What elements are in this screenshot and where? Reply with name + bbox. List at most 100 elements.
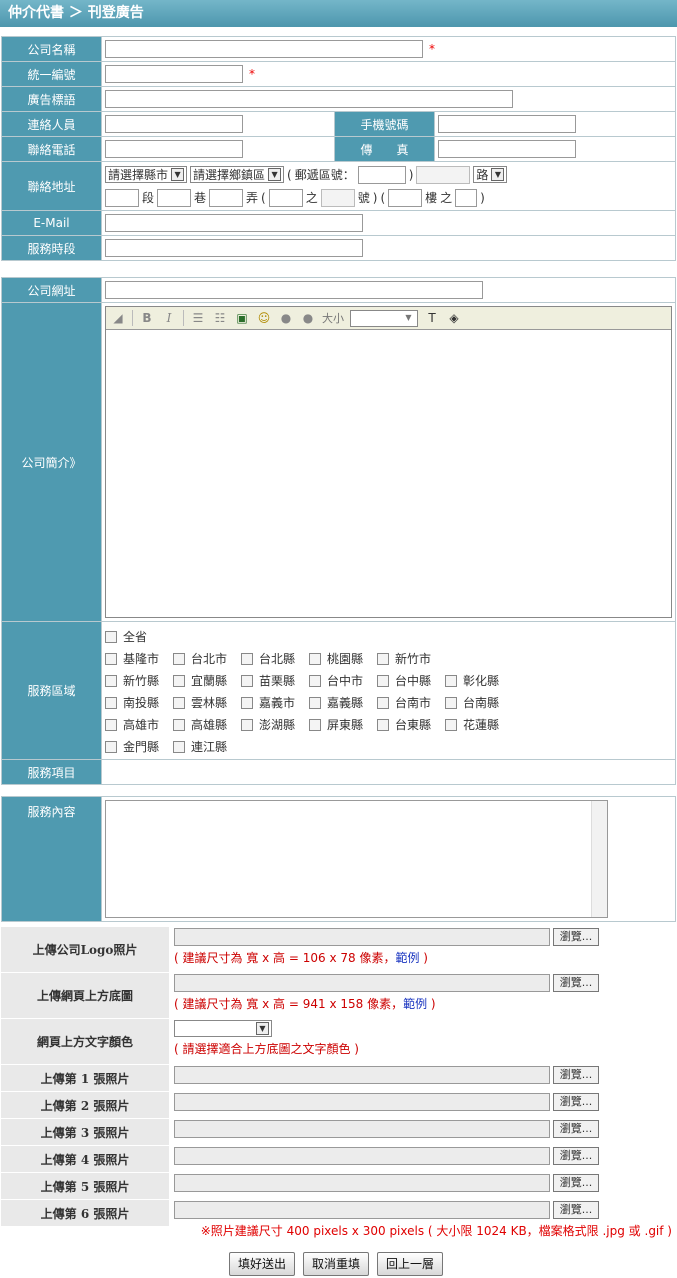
browse-button[interactable]: 瀏覽...	[553, 1093, 599, 1111]
checkbox[interactable]	[173, 718, 185, 731]
region-checkbox-item[interactable]: 屏東縣	[309, 716, 367, 733]
alley-input[interactable]	[209, 188, 244, 207]
fax-input[interactable]	[438, 140, 576, 158]
example-link[interactable]: 範例	[403, 997, 427, 1011]
unordered-list-icon[interactable]: ☷	[212, 310, 228, 326]
collapse-icon[interactable]: ◢	[110, 310, 126, 326]
number-input[interactable]	[268, 188, 303, 207]
region-checkbox-item[interactable]: 台中市	[309, 672, 367, 689]
browse-button[interactable]: 瀏覽...	[553, 974, 599, 992]
bold-icon[interactable]: B	[139, 310, 155, 326]
region-checkbox-item[interactable]: 金門縣	[105, 738, 163, 755]
region-checkbox-item[interactable]: 嘉義縣	[309, 694, 367, 711]
region-checkbox-item[interactable]: 台北縣	[241, 650, 299, 667]
region-checkbox-item[interactable]: 台南市	[377, 694, 435, 711]
section-input[interactable]	[105, 188, 139, 207]
checkbox[interactable]	[377, 696, 389, 709]
browse-button[interactable]: 瀏覽...	[553, 1147, 599, 1165]
region-checkbox-item[interactable]: 基隆市	[105, 650, 163, 667]
lane-input[interactable]	[157, 188, 192, 207]
number-sub-input[interactable]	[320, 188, 355, 207]
checkbox[interactable]	[309, 652, 321, 665]
checkbox[interactable]	[105, 718, 117, 731]
city-select[interactable]: 請選擇縣市 ▼	[105, 166, 188, 183]
service-hours-input[interactable]	[105, 239, 363, 257]
region-checkbox-item[interactable]: 全省	[105, 628, 163, 645]
font-size-select[interactable]: ▼	[350, 309, 418, 327]
text-color-icon[interactable]: T	[424, 310, 440, 326]
checkbox[interactable]	[377, 718, 389, 731]
website-input[interactable]	[105, 281, 483, 299]
road-input[interactable]	[416, 165, 471, 184]
checkbox[interactable]	[377, 652, 389, 665]
browse-button[interactable]: 瀏覽...	[553, 1120, 599, 1138]
region-checkbox-item[interactable]: 桃園縣	[309, 650, 367, 667]
checkbox[interactable]	[105, 740, 117, 753]
region-checkbox-item[interactable]: 台中縣	[377, 672, 435, 689]
scrollbar[interactable]	[591, 801, 607, 917]
checkbox[interactable]	[445, 718, 457, 731]
image-icon[interactable]: ▣	[234, 310, 250, 326]
checkbox[interactable]	[173, 652, 185, 665]
checkbox[interactable]	[241, 696, 253, 709]
photo6-file-input[interactable]	[174, 1201, 550, 1219]
checkbox[interactable]	[173, 740, 185, 753]
checkbox[interactable]	[241, 674, 253, 687]
region-checkbox-item[interactable]: 台北市	[173, 650, 231, 667]
example-link[interactable]: 範例	[395, 951, 419, 965]
smiley-icon[interactable]: ☺	[256, 310, 272, 326]
banner-file-input[interactable]	[174, 974, 550, 992]
photo5-file-input[interactable]	[174, 1174, 550, 1192]
italic-icon[interactable]: I	[161, 310, 177, 326]
unlink-icon[interactable]: ●	[300, 310, 316, 326]
submit-button[interactable]: 填好送出	[229, 1252, 296, 1276]
email-input[interactable]	[105, 214, 363, 232]
zip-input[interactable]	[357, 165, 406, 184]
region-checkbox-item[interactable]: 雲林縣	[173, 694, 231, 711]
checkbox[interactable]	[309, 718, 321, 731]
road-select[interactable]: 路 ▼	[473, 166, 508, 183]
region-checkbox-item[interactable]: 台南縣	[445, 694, 503, 711]
checkbox[interactable]	[377, 674, 389, 687]
region-checkbox-item[interactable]: 高雄市	[105, 716, 163, 733]
ordered-list-icon[interactable]: ☰	[190, 310, 206, 326]
region-checkbox-item[interactable]: 澎湖縣	[241, 716, 299, 733]
region-checkbox-item[interactable]: 苗栗縣	[241, 672, 299, 689]
region-checkbox-item[interactable]: 宜蘭縣	[173, 672, 231, 689]
region-checkbox-item[interactable]: 新竹縣	[105, 672, 163, 689]
mobile-input[interactable]	[438, 115, 576, 133]
back-button[interactable]: 回上一層	[377, 1252, 444, 1276]
region-checkbox-item[interactable]: 台東縣	[377, 716, 435, 733]
region-checkbox-item[interactable]: 嘉義市	[241, 694, 299, 711]
checkbox[interactable]	[173, 674, 185, 687]
checkbox[interactable]	[241, 718, 253, 731]
checkbox[interactable]	[105, 630, 117, 643]
region-checkbox-item[interactable]: 南投縣	[105, 694, 163, 711]
browse-button[interactable]: 瀏覽...	[553, 1174, 599, 1192]
photo3-file-input[interactable]	[174, 1120, 550, 1138]
contact-person-input[interactable]	[105, 115, 243, 133]
checkbox[interactable]	[105, 696, 117, 709]
highlight-color-icon[interactable]: ◈	[446, 310, 462, 326]
browse-button[interactable]: 瀏覽...	[553, 928, 599, 946]
ad-title-input[interactable]	[105, 90, 513, 108]
service-content-textarea[interactable]	[105, 800, 608, 918]
floor-input[interactable]	[388, 188, 423, 207]
checkbox[interactable]	[105, 652, 117, 665]
region-checkbox-item[interactable]: 彰化縣	[445, 672, 503, 689]
photo1-file-input[interactable]	[174, 1066, 550, 1084]
reset-button[interactable]: 取消重填	[303, 1252, 370, 1276]
town-select[interactable]: 請選擇鄉鎮區 ▼	[190, 166, 285, 183]
region-checkbox-item[interactable]: 高雄縣	[173, 716, 231, 733]
checkbox[interactable]	[445, 696, 457, 709]
photo2-file-input[interactable]	[174, 1093, 550, 1111]
intro-rich-editor[interactable]: ◢ B I ☰ ☷ ▣ ☺ ● ● 大小 ▼ T ◈	[105, 306, 672, 618]
tax-id-input[interactable]	[105, 65, 243, 83]
checkbox[interactable]	[241, 652, 253, 665]
checkbox[interactable]	[105, 674, 117, 687]
checkbox[interactable]	[309, 674, 321, 687]
browse-button[interactable]: 瀏覽...	[553, 1201, 599, 1219]
region-checkbox-item[interactable]: 花蓮縣	[445, 716, 503, 733]
photo4-file-input[interactable]	[174, 1147, 550, 1165]
browse-button[interactable]: 瀏覽...	[553, 1066, 599, 1084]
